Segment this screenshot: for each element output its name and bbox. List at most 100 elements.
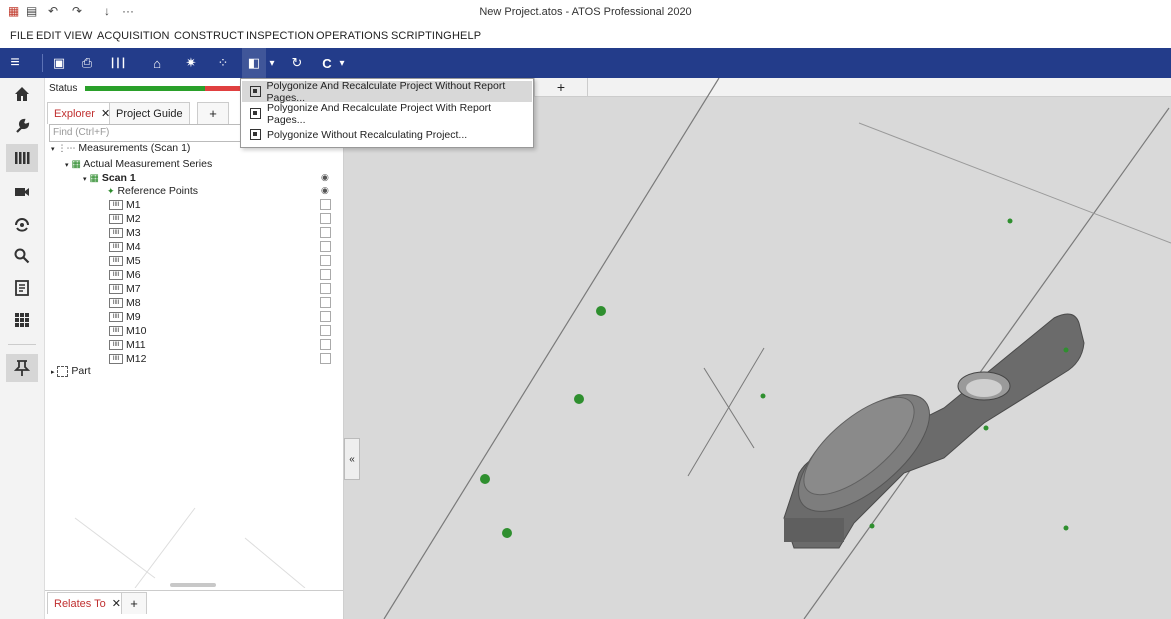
scanned-part-mesh [783,313,1085,549]
menu-help[interactable]: HELP [452,30,481,42]
visibility-eye-icon[interactable]: ◉ [321,172,329,183]
menu-view[interactable]: VIEW [64,30,93,42]
menu-construct[interactable]: CONSTRUCT [174,30,244,42]
transform-icon[interactable]: ⌂ [146,48,168,78]
visibility-checkbox[interactable] [320,283,331,294]
tree-item-label: M8 [126,297,141,309]
tree-measurements[interactable]: ▾ ⋮⋯ Measurements (Scan 1) [51,142,190,154]
menu-item-polygonize-without-recalc[interactable]: Polygonize Without Recalculating Project… [242,124,532,145]
visibility-checkbox[interactable] [320,311,331,322]
import-icon[interactable]: ⎙ [76,48,98,78]
visibility-eye-icon[interactable]: ◉ [321,185,329,196]
menu-scripting[interactable]: SCRIPTING [391,30,452,42]
polygonize-icon [250,129,261,140]
3d-viewport[interactable]: + « [344,78,1171,619]
undo-icon[interactable]: ↶ [48,4,58,18]
visibility-checkbox[interactable] [320,241,331,252]
tree-item-label: M12 [126,353,147,365]
reference-point [480,474,490,484]
recalculate-icon[interactable]: ↻ [284,48,310,78]
tree-item[interactable]: IIII M8 [109,297,141,309]
tab-project-guide[interactable]: Project Guide [109,102,190,124]
main-toolbar: ≡ ▣ ⎙ ┃┃┃ ⌂ ✷ ⁘ ◧ ▾ ↻ C ▾ [0,48,1171,78]
visibility-checkbox[interactable] [320,325,331,336]
tree-item[interactable]: IIII M6 [109,269,141,281]
menu-file[interactable]: FILE [10,30,34,42]
tree-item[interactable]: IIII M11 [109,339,146,351]
close-icon[interactable]: ✕ [112,597,121,610]
measurement-icon: IIII [109,298,123,309]
hamburger-menu-icon[interactable]: ≡ [4,48,26,78]
polygonize-icon[interactable]: ◧ [242,48,266,78]
window-title: New Project.atos - ATOS Professional 202… [479,6,692,18]
tree-part[interactable]: ▸ Part [51,365,91,377]
reference-point [574,394,584,404]
menu-edit[interactable]: EDIT [36,30,61,42]
panel-background-preview [74,507,306,588]
visibility-checkbox[interactable] [320,213,331,224]
points-icon[interactable]: ⁘ [212,48,234,78]
plane-edge-line [858,122,1171,244]
tree-item[interactable]: IIII M12 [109,353,146,365]
visibility-checkbox[interactable] [320,339,331,350]
visibility-checkbox[interactable] [320,353,331,364]
pin-icon[interactable] [6,354,38,382]
reference-point [596,306,606,316]
polygonize-dropdown-icon[interactable]: ▾ [266,48,278,78]
add-tab-button[interactable]: + [121,592,147,614]
add-tab-button[interactable]: + [197,102,229,124]
tree-reference-points[interactable]: ✦ Reference Points [107,185,198,197]
sensor-icon[interactable] [6,210,38,238]
redo-icon[interactable]: ↷ [72,4,82,18]
tree-item[interactable]: IIII M1 [109,199,141,211]
tree-item[interactable]: IIII M9 [109,311,141,323]
home-icon[interactable] [6,80,38,108]
grid-icon[interactable] [6,306,38,334]
visibility-checkbox[interactable] [320,199,331,210]
tree-item-label: M10 [126,325,147,337]
report-icon[interactable] [6,274,38,302]
save-icon[interactable]: ▤ [26,4,37,18]
menu-item-label: Polygonize And Recalculate Project Witho… [266,79,506,104]
tree-item-label: M4 [126,241,141,253]
menu-item-polygonize-without-report[interactable]: Polygonize And Recalculate Project Witho… [242,79,532,104]
tree-series[interactable]: ▾ ▦ Actual Measurement Series [65,158,212,170]
tree-item[interactable]: IIII M5 [109,255,141,267]
customize-quick-access-icon[interactable]: ··· [122,4,134,18]
tree-item-label: M7 [126,283,141,295]
panel-splitter-handle[interactable] [170,583,216,587]
visibility-checkbox[interactable] [320,297,331,308]
search-icon[interactable] [6,242,38,270]
menu-inspection[interactable]: INSPECTION [246,30,314,42]
tab-explorer[interactable]: Explorer ✕ [47,102,118,124]
tree-item[interactable]: IIII M10 [109,325,146,337]
tree-item[interactable]: IIII M2 [109,213,141,225]
recalculate-dropdown-icon[interactable]: ▾ [336,48,348,78]
tree-scan[interactable]: ▾ ▦ Scan 1 [83,172,136,184]
menu-acquisition[interactable]: ACQUISITION [97,30,170,42]
measurement-icon: IIII [109,214,123,225]
visibility-checkbox[interactable] [320,255,331,266]
wrench-icon[interactable] [6,112,38,140]
measurements-icon[interactable] [6,144,38,172]
find-input[interactable]: Find (Ctrl+F) [49,124,244,142]
tab-relates-to[interactable]: Relates To ✕ [47,592,128,614]
panel-divider [45,590,343,591]
view-layout-icon[interactable]: ▣ [48,48,70,78]
status-label: Status [49,83,78,94]
recalculate-options-icon[interactable]: C [318,48,336,78]
quick-action-icon[interactable]: ↓ [104,4,110,18]
visibility-checkbox[interactable] [320,227,331,238]
visibility-checkbox[interactable] [320,269,331,280]
menu-operations[interactable]: OPERATIONS [316,30,388,42]
tree-item[interactable]: IIII M7 [109,283,141,295]
reference-points-icon[interactable]: ✷ [180,48,202,78]
camera-icon[interactable] [6,178,38,206]
tree-item[interactable]: IIII M3 [109,227,141,239]
title-bar: New Project.atos - ATOS Professional 202… [0,0,1171,24]
measurement-series-icon[interactable]: ┃┃┃ [104,48,132,78]
collapse-panel-button[interactable]: « [344,438,360,480]
menu-item-label: Polygonize And Recalculate Project With … [266,101,492,126]
menu-item-polygonize-with-report[interactable]: Polygonize And Recalculate Project With … [242,101,532,126]
tree-item[interactable]: IIII M4 [109,241,141,253]
